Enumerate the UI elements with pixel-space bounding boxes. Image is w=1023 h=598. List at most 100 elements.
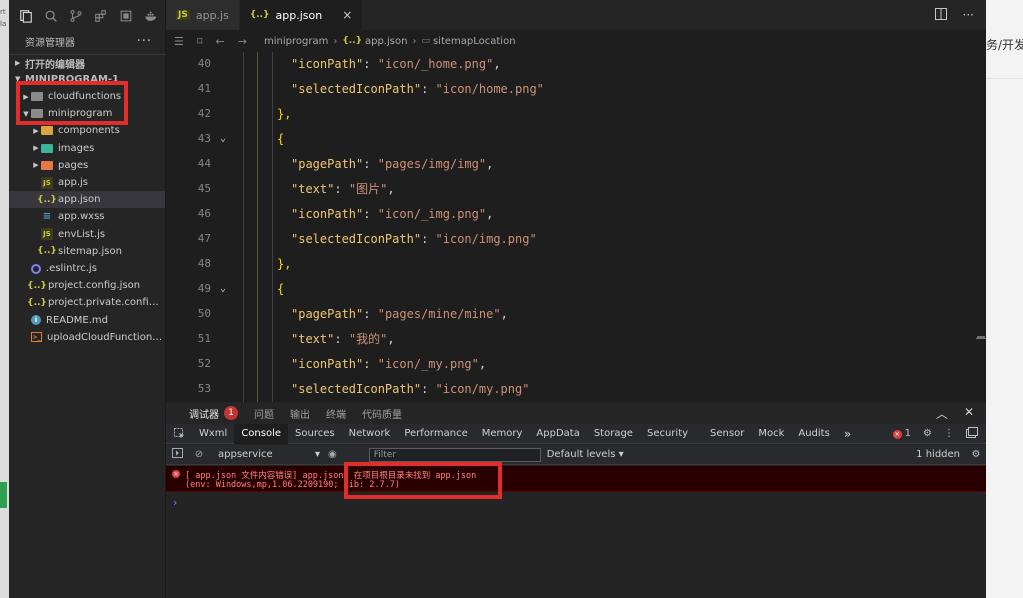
extensions-icon[interactable] (88, 0, 113, 31)
tab-appdata[interactable]: AppData (529, 424, 586, 444)
tab-mock[interactable]: Mock (751, 424, 791, 444)
sidebar-toggle-icon[interactable] (166, 448, 188, 461)
console-output[interactable]: ✕ [ app.json 文件内容错误] app.json: 在项目根目录未找到… (166, 466, 986, 598)
tree-item[interactable]: {..} project.config.json (9, 277, 165, 294)
files-icon[interactable] (13, 0, 38, 31)
tree-item[interactable]: {..} sitemap.json (9, 243, 165, 260)
console-prompt[interactable]: › (173, 496, 177, 509)
json-string: icon/my.png (442, 381, 523, 396)
line-number: 44 (197, 157, 211, 170)
chevron-right-icon: ▶ (33, 144, 39, 153)
tree-item[interactable]: ▶ pages (9, 157, 165, 174)
quote: " (377, 306, 385, 321)
colon: : (334, 182, 349, 196)
search-icon[interactable] (38, 0, 63, 31)
code-text: "iconPath": "icon/_img.png", (235, 207, 493, 221)
tree-item-label: app.json (58, 194, 101, 206)
preview-icon[interactable] (113, 0, 138, 31)
quote: " (536, 81, 544, 96)
tab-sensor[interactable]: Sensor (703, 424, 751, 444)
more-tabs-icon[interactable]: » (837, 424, 858, 444)
breadcrumb-item[interactable]: miniprogram (264, 36, 328, 47)
bookmark-icon[interactable]: ⌑ (197, 35, 203, 48)
quote: " (435, 231, 443, 246)
tab-security[interactable]: Security (640, 424, 695, 444)
list-icon[interactable]: ☰ (174, 35, 184, 48)
tab-wxml[interactable]: Wxml (192, 424, 234, 444)
log-levels-select[interactable]: Default levels ▾ (547, 449, 624, 460)
forward-arrow-icon[interactable]: → (238, 35, 247, 48)
error-counter[interactable]: ✕ 1 (892, 428, 911, 439)
line-number: 48 (197, 257, 211, 270)
code-line: 52 "iconPath": "icon/_my.png", (166, 351, 986, 376)
tree-item[interactable]: i README.md (9, 312, 165, 329)
kebab-menu-icon[interactable]: ⋮ (944, 428, 954, 439)
context-select[interactable]: appservice ▾ (218, 449, 328, 460)
gear-icon[interactable]: ⚙ (966, 449, 986, 460)
close-icon[interactable]: ✕ (964, 405, 974, 422)
docker-icon[interactable] (138, 0, 163, 31)
eslint-icon (31, 263, 41, 274)
close-icon[interactable]: × (342, 8, 352, 22)
console-error-message[interactable]: ✕ [ app.json 文件内容错误] app.json: 在项目根目录未找到… (166, 466, 986, 492)
open-editors-label: 打开的编辑器 (25, 59, 85, 71)
tab-debugger[interactable]: 调试器 1 (181, 402, 246, 424)
json-key: iconPath (298, 56, 357, 71)
json-key: text (298, 332, 328, 346)
devtools-tabs: Wxml Console Sources Network Performance Memo… (166, 423, 986, 444)
tree-item[interactable]: JS app.js (9, 174, 165, 191)
tab-label: 终端 (326, 409, 346, 421)
info-icon: i (31, 315, 41, 326)
tab-terminal[interactable]: 终端 (318, 402, 354, 424)
tree-item[interactable]: >_ uploadCloudFunction.sh (9, 329, 165, 346)
tree-item[interactable]: JS envList.js (9, 226, 165, 243)
breadcrumb-item[interactable]: app.json (365, 36, 407, 47)
tab-storage[interactable]: Storage (587, 424, 640, 444)
tree-item[interactable]: .eslintrc.js (9, 260, 165, 277)
back-arrow-icon[interactable]: ← (216, 35, 225, 48)
colon: : (334, 332, 349, 346)
undock-icon[interactable] (966, 426, 978, 441)
editor-tabs: JS app.js {..} app.json × ··· (166, 0, 986, 30)
tab-performance[interactable]: Performance (397, 424, 474, 444)
tab-output[interactable]: 输出 (282, 402, 318, 424)
source-control-icon[interactable] (63, 0, 88, 31)
inspect-element-icon[interactable] (166, 424, 192, 444)
tab-console[interactable]: Console (234, 423, 289, 444)
tree-item-label: .eslintrc.js (46, 263, 97, 274)
tab-memory[interactable]: Memory (475, 424, 530, 444)
more-actions-icon[interactable]: ··· (963, 8, 974, 22)
tree-item[interactable]: ▶ images (9, 140, 165, 157)
more-actions-icon[interactable]: ··· (137, 34, 152, 49)
tab-problems[interactable]: 问题 (246, 402, 282, 424)
trailing-comma: , (387, 182, 395, 196)
gear-icon[interactable]: ⚙ (923, 428, 932, 439)
error-icon: ✕ (892, 430, 902, 439)
json-file-icon: {..} (37, 194, 57, 205)
eye-icon[interactable]: ◉ (328, 449, 337, 460)
tree-item-label: pages (58, 159, 89, 171)
error-badge: 1 (224, 406, 238, 420)
tree-item[interactable]: ≡ app.wxss (9, 208, 165, 225)
chevron-up-icon[interactable]: ︿ (936, 405, 948, 422)
tab-code-quality[interactable]: 代码质量 (354, 402, 410, 424)
clear-console-icon[interactable]: ⊘ (188, 449, 210, 460)
tab-sources[interactable]: Sources (288, 424, 342, 444)
filter-input[interactable]: Filter (368, 447, 541, 462)
tab-network[interactable]: Network (342, 424, 398, 444)
fold-chevron-icon[interactable]: ⌄ (211, 133, 235, 144)
tab-audits[interactable]: Audits (791, 424, 836, 444)
json-key: iconPath (298, 356, 357, 371)
json-string: 图片 (356, 182, 381, 196)
code-text: }, (235, 257, 291, 271)
fold-chevron-icon[interactable]: ⌄ (211, 283, 235, 294)
split-editor-icon[interactable] (934, 7, 947, 23)
trailing-comma: , (500, 306, 508, 321)
tree-item[interactable]: {..} app.json (9, 191, 165, 209)
tree-item[interactable]: {..} project.private.config.js... (9, 294, 165, 311)
tab-app-json[interactable]: {..} app.json × (239, 0, 364, 30)
open-editors-section[interactable]: ▶ 打开的编辑器 (9, 54, 166, 71)
code-editor[interactable]: 40 "iconPath": "icon/_home.png", 41 "select… (166, 52, 986, 402)
tab-app-js[interactable]: JS app.js (166, 0, 240, 30)
breadcrumb-item[interactable]: sitemapLocation (433, 36, 516, 47)
